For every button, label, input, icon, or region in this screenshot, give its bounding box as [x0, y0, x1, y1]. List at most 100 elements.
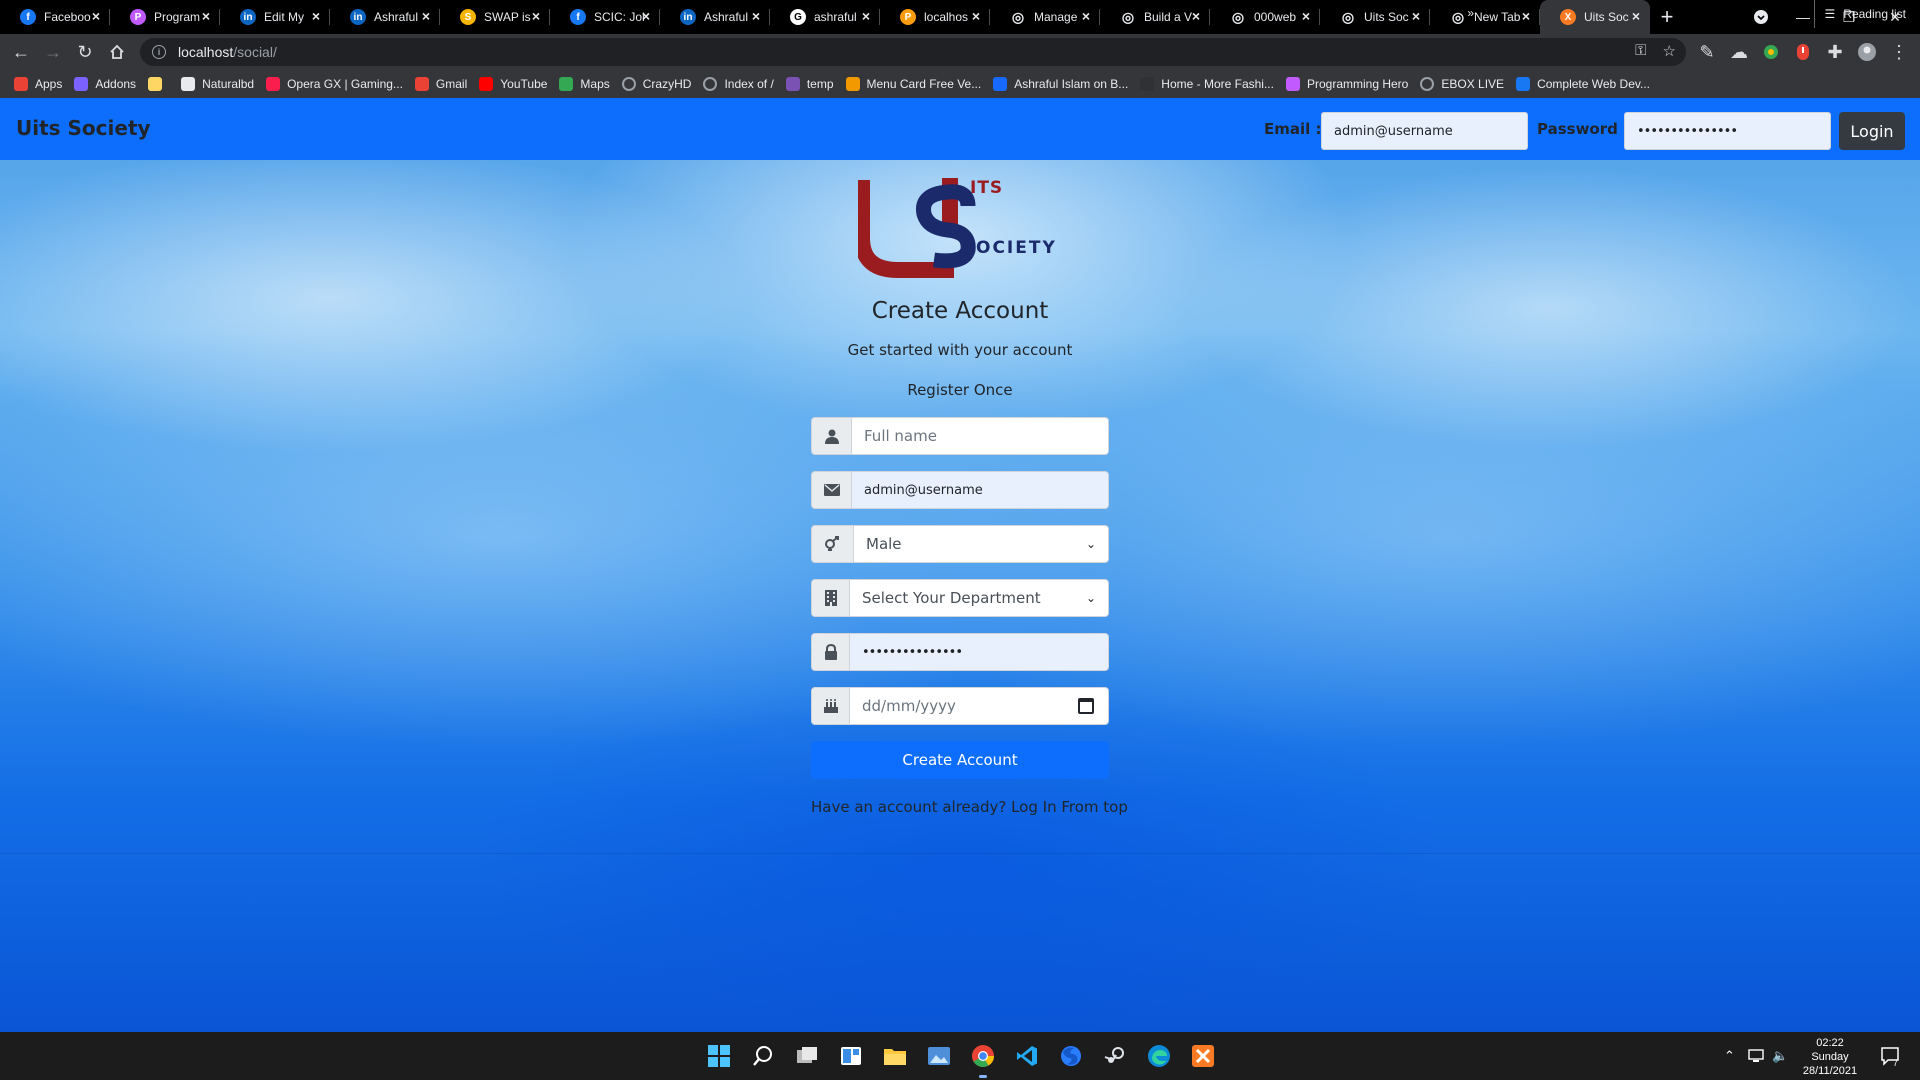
photos-icon[interactable]: [923, 1040, 955, 1072]
profile-avatar-icon[interactable]: [1852, 34, 1882, 70]
facebook-icon: f: [20, 9, 36, 25]
file-explorer-icon[interactable]: [879, 1040, 911, 1072]
widgets-icon[interactable]: [835, 1040, 867, 1072]
search-icon[interactable]: [747, 1040, 779, 1072]
browser-tab[interactable]: Gashraful ×: [770, 0, 880, 34]
bookmark-item[interactable]: EBOX LIVE: [1420, 77, 1504, 91]
task-view-icon[interactable]: [791, 1040, 823, 1072]
browser-tab[interactable]: P Program ×: [110, 0, 220, 34]
bookmark-item[interactable]: Programming Hero: [1285, 77, 1408, 91]
bookmark-item[interactable]: Home - More Fashi...: [1140, 77, 1274, 91]
edge-icon[interactable]: [1143, 1040, 1175, 1072]
extension-red-icon[interactable]: [1788, 34, 1818, 70]
reload-icon[interactable]: ↻: [70, 34, 100, 70]
browser-tab[interactable]: ◎ Uits Soc ×: [1320, 0, 1430, 34]
extension-pen-icon[interactable]: ✎: [1692, 34, 1722, 70]
close-tab-icon[interactable]: ×: [1522, 8, 1530, 24]
reading-list-button[interactable]: ☰ Reading list: [1813, 0, 1906, 28]
browser-tab[interactable]: f SCIC: Jol ×: [550, 0, 660, 34]
close-tab-icon[interactable]: ×: [422, 8, 430, 24]
bookmark-item[interactable]: Menu Card Free Ve...: [845, 77, 981, 91]
bookmark-item[interactable]: YouTube: [479, 77, 547, 91]
extension-cloud-icon[interactable]: ☁: [1724, 34, 1754, 70]
close-tab-icon[interactable]: ×: [1192, 8, 1200, 24]
forward-icon[interactable]: →: [38, 34, 68, 70]
email-input[interactable]: admin@username: [852, 471, 1109, 509]
address-bar[interactable]: i localhost/social/ ⚿ ☆: [140, 38, 1686, 66]
dob-input[interactable]: dd/mm/yyyy: [850, 687, 1109, 725]
notification-center-icon[interactable]: 7: [1880, 1032, 1899, 1080]
tray-overflow-icon[interactable]: ⌃: [1724, 1032, 1735, 1080]
password-input[interactable]: •••••••••••••••: [850, 633, 1109, 671]
bookmark-item[interactable]: Naturalbd: [181, 77, 254, 91]
profile-menu-icon[interactable]: [1738, 0, 1784, 34]
bookmark-item[interactable]: Ashraful Islam on B...: [993, 77, 1128, 91]
browser-menu-icon[interactable]: ⋮: [1884, 34, 1914, 70]
linkedin-icon: in: [680, 9, 696, 25]
department-select[interactable]: Select Your Department ⌄: [850, 579, 1109, 617]
new-tab-icon[interactable]: +: [1650, 0, 1684, 34]
browser-tab[interactable]: in Edit My ×: [220, 0, 330, 34]
key-icon[interactable]: ⚿: [1635, 42, 1646, 60]
site-brand[interactable]: Uits Society: [16, 116, 151, 140]
maps-icon: [559, 77, 574, 91]
close-tab-icon[interactable]: ×: [862, 8, 870, 24]
close-tab-icon[interactable]: ×: [1302, 8, 1310, 24]
volume-icon[interactable]: 🔈: [1772, 1032, 1788, 1080]
site-info-icon[interactable]: i: [152, 45, 166, 59]
bookmark-item[interactable]: Index of /: [703, 77, 774, 91]
bookmark-item[interactable]: Complete Web Dev...: [1516, 77, 1650, 91]
close-tab-icon[interactable]: ×: [1632, 8, 1640, 24]
fullname-input[interactable]: Full name: [852, 417, 1109, 455]
chrome-icon[interactable]: [967, 1040, 999, 1078]
login-password-input[interactable]: •••••••••••••••: [1624, 112, 1831, 150]
browser-tab[interactable]: ◎ New Tab ×: [1430, 0, 1540, 34]
close-tab-icon[interactable]: ×: [1412, 8, 1420, 24]
login-button[interactable]: Login: [1839, 112, 1905, 150]
system-clock[interactable]: 02:22 Sunday 28/11/2021: [1790, 1036, 1870, 1078]
close-tab-icon[interactable]: ×: [972, 8, 980, 24]
close-tab-icon[interactable]: ×: [532, 8, 540, 24]
back-icon[interactable]: ←: [6, 34, 36, 70]
network-icon[interactable]: [1748, 1032, 1764, 1080]
bookmark-label: Opera GX | Gaming...: [287, 77, 403, 91]
bookmark-item[interactable]: Maps: [559, 77, 610, 91]
more-bookmarks-icon[interactable]: »: [1467, 6, 1474, 20]
bookmark-item[interactable]: CrazyHD: [621, 77, 691, 91]
login-email-input[interactable]: admin@username: [1321, 112, 1528, 150]
browser-tab[interactable]: in Ashraful ×: [660, 0, 770, 34]
browser-tab[interactable]: Plocalhos ×: [880, 0, 990, 34]
close-tab-icon[interactable]: ×: [312, 8, 320, 24]
close-tab-icon[interactable]: ×: [202, 8, 210, 24]
bookmark-star-icon[interactable]: ☆: [1663, 42, 1676, 60]
bookmark-item[interactable]: Opera GX | Gaming...: [266, 77, 403, 91]
calendar-icon[interactable]: [1078, 698, 1094, 714]
vscode-icon[interactable]: [1011, 1040, 1043, 1072]
create-account-button[interactable]: Create Account: [811, 741, 1109, 779]
browser-tab[interactable]: ◎ 000web ×: [1210, 0, 1320, 34]
close-tab-icon[interactable]: ×: [642, 8, 650, 24]
browser-tab[interactable]: X Uits Soc ×: [1540, 0, 1650, 34]
browser-tab[interactable]: S SWAP is ×: [440, 0, 550, 34]
bookmark-label: Naturalbd: [202, 77, 255, 91]
home-icon[interactable]: [102, 34, 132, 70]
extensions-puzzle-icon[interactable]: ✚: [1820, 34, 1850, 70]
close-tab-icon[interactable]: ×: [92, 8, 100, 24]
browser-tab[interactable]: ◎ Build a V ×: [1100, 0, 1210, 34]
bookmark-item[interactable]: Addons: [74, 77, 136, 91]
xampp-icon[interactable]: [1187, 1040, 1219, 1072]
browser-tab[interactable]: ◎ Manage ×: [990, 0, 1100, 34]
browser-tab[interactable]: in Ashraful ×: [330, 0, 440, 34]
browser-tab[interactable]: f Faceboo ×: [0, 0, 110, 34]
extension-color-icon[interactable]: [1756, 34, 1786, 70]
close-tab-icon[interactable]: ×: [1082, 8, 1090, 24]
steam-icon[interactable]: [1099, 1040, 1131, 1072]
bookmark-item[interactable]: Apps: [14, 77, 62, 91]
gender-select[interactable]: Male ⌄: [854, 525, 1109, 563]
windows-start-icon[interactable]: [703, 1040, 735, 1072]
close-tab-icon[interactable]: ×: [752, 8, 760, 24]
bookmark-item[interactable]: [148, 77, 169, 91]
bookmark-item[interactable]: temp: [785, 77, 834, 91]
firefox-icon[interactable]: [1055, 1040, 1087, 1072]
bookmark-item[interactable]: Gmail: [414, 77, 467, 91]
